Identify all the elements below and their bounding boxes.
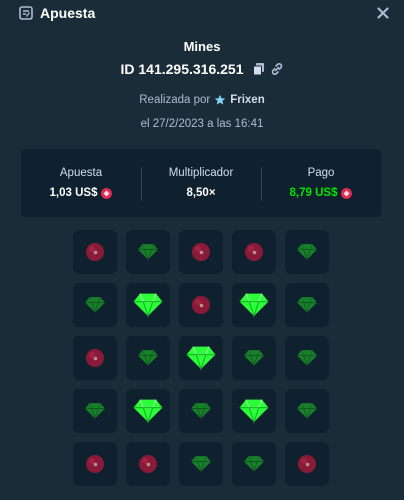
gem-icon <box>296 349 318 367</box>
modal-header: Apuesta <box>0 0 404 26</box>
mine-icon <box>84 453 106 475</box>
bet-stats-panel: Apuesta 1,03 US$ Multiplicador 8,50× Pag… <box>21 149 381 217</box>
gem-icon <box>190 402 212 420</box>
gem-icon <box>296 402 318 420</box>
grid-tile[interactable] <box>232 336 276 380</box>
grid-tile[interactable] <box>73 230 117 274</box>
grid-tile[interactable] <box>179 283 223 327</box>
grid-tile[interactable] <box>179 389 223 433</box>
placed-by-row: Realizada por Frixen <box>0 94 404 106</box>
grid-tile[interactable] <box>126 442 170 486</box>
grid-tile[interactable] <box>179 230 223 274</box>
mine-icon <box>243 241 265 263</box>
grid-tile[interactable] <box>285 336 329 380</box>
star-icon <box>214 94 226 106</box>
mines-grid <box>73 230 330 488</box>
grid-tile[interactable] <box>285 230 329 274</box>
gem-icon <box>238 292 270 318</box>
link-icon[interactable] <box>270 62 284 76</box>
gem-icon <box>137 243 159 261</box>
grid-tile[interactable] <box>179 336 223 380</box>
close-icon <box>377 7 389 19</box>
payout-value-row: 8,79 US$ <box>290 187 353 199</box>
gem-icon <box>238 398 270 424</box>
bet-id-row: ID 141.295.316.251 <box>0 61 404 77</box>
bet-amount-value: 1,03 US$ <box>49 187 98 199</box>
grid-tile[interactable] <box>232 442 276 486</box>
mine-icon <box>84 347 106 369</box>
stat-multiplier: Multiplicador 8,50× <box>141 149 261 217</box>
bet-amount-label: Apuesta <box>59 167 103 179</box>
gem-icon <box>296 296 318 314</box>
username-link[interactable]: Frixen <box>230 94 265 106</box>
bet-slip-icon <box>18 5 34 21</box>
placed-by-label: Realizada por <box>139 94 211 106</box>
bet-amount-value-row: 1,03 US$ <box>50 187 113 199</box>
grid-tile[interactable] <box>73 336 117 380</box>
grid-tile[interactable] <box>73 389 117 433</box>
copy-icon[interactable] <box>252 62 266 76</box>
grid-tile[interactable] <box>285 442 329 486</box>
game-name: Mines <box>183 39 221 54</box>
bet-id: ID 141.295.316.251 <box>120 61 244 77</box>
gem-icon <box>137 349 159 367</box>
payout-value: 8,79 US$ <box>289 187 338 199</box>
payout-label: Pago <box>307 167 335 179</box>
grid-tile[interactable] <box>285 389 329 433</box>
currency-coin-icon <box>341 187 353 199</box>
mine-icon <box>137 453 159 475</box>
grid-tile[interactable] <box>126 230 170 274</box>
multiplier-label: Multiplicador <box>168 167 234 179</box>
grid-tile[interactable] <box>126 283 170 327</box>
grid-tile[interactable] <box>232 283 276 327</box>
grid-tile[interactable] <box>232 389 276 433</box>
gem-icon <box>296 243 318 261</box>
gem-icon <box>84 296 106 314</box>
mine-icon <box>190 241 212 263</box>
grid-tile[interactable] <box>126 336 170 380</box>
gem-icon <box>132 398 164 424</box>
grid-tile[interactable] <box>179 442 223 486</box>
grid-tile[interactable] <box>232 230 276 274</box>
gem-icon <box>243 455 265 473</box>
gem-icon <box>84 402 106 420</box>
grid-tile[interactable] <box>126 389 170 433</box>
gem-icon <box>243 349 265 367</box>
mine-icon <box>296 453 318 475</box>
currency-coin-icon <box>101 187 113 199</box>
mine-icon <box>190 294 212 316</box>
close-button[interactable] <box>372 2 394 24</box>
mine-icon <box>84 241 106 263</box>
grid-tile[interactable] <box>73 283 117 327</box>
gem-icon <box>185 345 217 371</box>
modal-title: Apuesta <box>40 5 96 21</box>
grid-tile[interactable] <box>73 442 117 486</box>
stat-payout: Pago 8,79 US$ <box>261 149 381 217</box>
stat-bet: Apuesta 1,03 US$ <box>21 149 141 217</box>
multiplier-value: 8,50× <box>186 187 216 199</box>
gem-icon <box>190 455 212 473</box>
bet-date: el 27/2/2023 a las 16:41 <box>140 118 264 130</box>
gem-icon <box>132 292 164 318</box>
grid-tile[interactable] <box>285 283 329 327</box>
